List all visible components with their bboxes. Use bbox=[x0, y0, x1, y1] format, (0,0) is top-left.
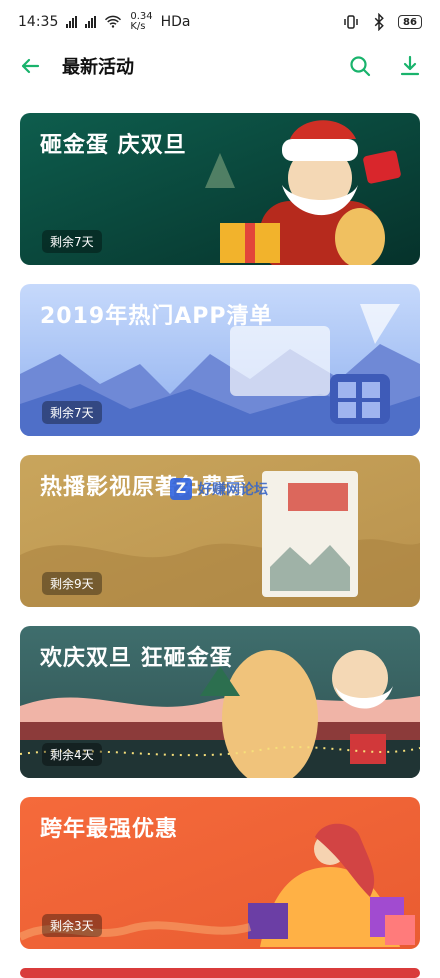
page-title: 最新活动 bbox=[62, 57, 134, 78]
network-type: HDa bbox=[160, 14, 191, 30]
signal-icon-2 bbox=[85, 16, 97, 28]
activity-card-1[interactable]: 砸金蛋 庆双旦 剩余7天 bbox=[20, 113, 420, 265]
network-speed: 0.34 K/s bbox=[130, 11, 153, 32]
vibrate-icon bbox=[344, 15, 358, 29]
app-bar: 最新活动 bbox=[0, 44, 440, 88]
signal-icon bbox=[66, 16, 78, 28]
forum-watermark: Z 好赚网论坛 bbox=[170, 478, 268, 500]
download-icon[interactable] bbox=[398, 54, 422, 78]
bluetooth-icon bbox=[374, 13, 384, 31]
card-title: 2019年热门APP清单 bbox=[40, 304, 273, 329]
header-actions bbox=[348, 54, 422, 78]
days-left-badge: 剩余3天 bbox=[42, 914, 102, 937]
card-title: 砸金蛋 庆双旦 bbox=[40, 133, 187, 158]
card-title: 欢庆双旦 狂砸金蛋 bbox=[40, 646, 233, 671]
activity-card-2[interactable]: 2019年热门APP清单 剩余7天 bbox=[20, 284, 420, 436]
watermark-text: 好赚网论坛 bbox=[198, 482, 268, 498]
status-right: 86 bbox=[342, 13, 422, 31]
days-left-badge: 剩余7天 bbox=[42, 401, 102, 424]
days-left-badge: 剩余4天 bbox=[42, 743, 102, 766]
wifi-icon bbox=[105, 15, 122, 28]
status-time: 14:35 bbox=[18, 14, 59, 30]
battery-icon: 86 bbox=[398, 15, 422, 29]
search-icon[interactable] bbox=[348, 54, 372, 78]
back-arrow-icon[interactable] bbox=[18, 54, 42, 78]
card-title: 跨年最强优惠 bbox=[40, 817, 179, 842]
status-left: 14:35 0.34 K/s HDa bbox=[18, 12, 191, 32]
activity-card-5[interactable]: 跨年最强优惠 剩余3天 bbox=[20, 797, 420, 949]
activity-card-partial[interactable] bbox=[20, 968, 420, 978]
watermark-logo-icon: Z bbox=[170, 478, 192, 500]
activity-card-4[interactable]: 欢庆双旦 狂砸金蛋 剩余4天 bbox=[20, 626, 420, 778]
status-bar: 14:35 0.34 K/s HDa 86 bbox=[0, 0, 440, 44]
days-left-badge: 剩余9天 bbox=[42, 572, 102, 595]
days-left-badge: 剩余7天 bbox=[42, 230, 102, 253]
